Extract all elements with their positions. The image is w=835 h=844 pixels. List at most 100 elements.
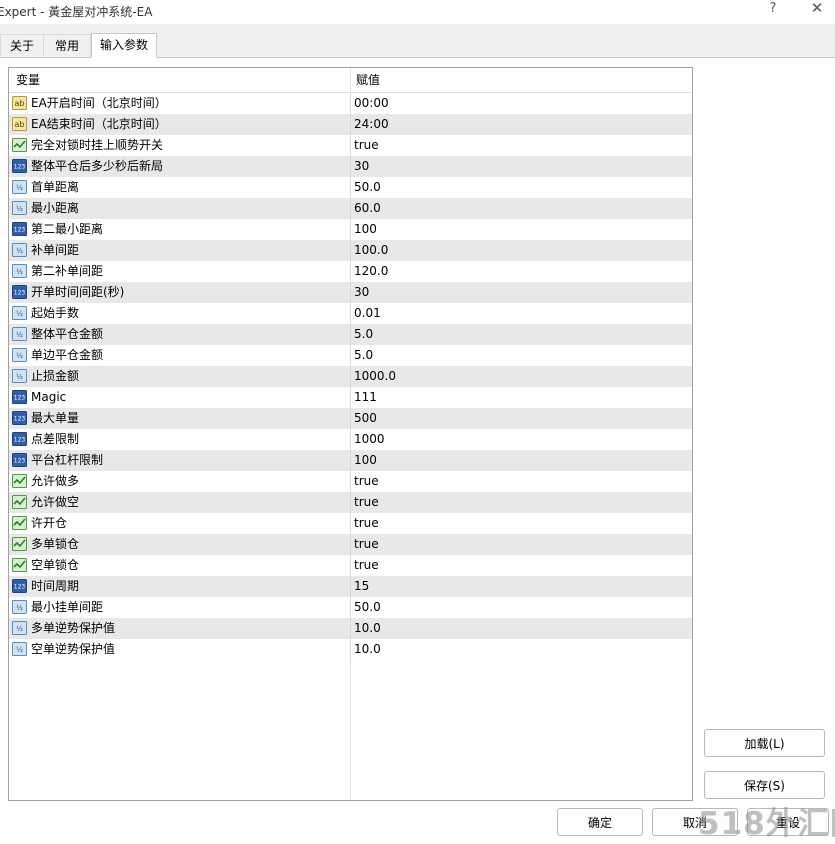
parameter-row[interactable]: 允许做多 true: [9, 471, 692, 492]
svg-text:½: ½: [16, 352, 23, 360]
parameter-row[interactable]: 123 最大单量 500: [9, 408, 692, 429]
svg-text:½: ½: [16, 331, 23, 339]
cell-divider: [350, 576, 351, 597]
window-title: Expert - 黃金屋对冲系统-EA: [0, 5, 153, 19]
svg-text:½: ½: [16, 205, 23, 213]
column-header-variable[interactable]: 变量: [16, 68, 40, 92]
parameter-row[interactable]: 允许做空 true: [9, 492, 692, 513]
column-divider[interactable]: [350, 68, 351, 93]
help-icon[interactable]: ?: [765, 1, 781, 19]
parameter-row[interactable]: 多单锁仓 true: [9, 534, 692, 555]
tab-common[interactable]: 常用: [43, 34, 91, 57]
parameter-value[interactable]: 1000: [354, 429, 385, 450]
parameter-name: 平台杠杆限制: [31, 453, 104, 467]
parameter-name: 起始手数: [31, 306, 80, 320]
double-icon: ½: [12, 327, 27, 341]
parameter-row[interactable]: ½ 起始手数 0.01: [9, 303, 692, 324]
parameter-value[interactable]: 5.0: [354, 324, 373, 345]
parameter-row[interactable]: ab EA结束时间（北京时间） 24:00: [9, 114, 692, 135]
parameter-name: 完全对锁时挂上顺势开关: [31, 138, 164, 152]
parameter-value[interactable]: 100.0: [354, 240, 388, 261]
parameter-value[interactable]: 500: [354, 408, 377, 429]
parameter-value[interactable]: 100: [354, 450, 377, 471]
svg-text:123: 123: [14, 227, 26, 234]
parameter-row[interactable]: ½ 空单逆势保护值 10.0: [9, 639, 692, 660]
parameter-row[interactable]: 空单锁仓 true: [9, 555, 692, 576]
parameter-value[interactable]: 111: [354, 387, 377, 408]
int-icon: 123: [12, 453, 27, 467]
parameter-row[interactable]: 123 整体平仓后多少秒后新局 30: [9, 156, 692, 177]
parameter-value[interactable]: 00:00: [354, 93, 389, 114]
parameter-value[interactable]: 60.0: [354, 198, 381, 219]
parameter-row[interactable]: ab EA开启时间（北京时间） 00:00: [9, 93, 692, 114]
close-icon[interactable]: ✕: [806, 0, 828, 21]
parameter-value[interactable]: 30: [354, 282, 369, 303]
cancel-button[interactable]: 取消: [652, 808, 738, 836]
parameter-value[interactable]: 120.0: [354, 261, 388, 282]
parameter-row[interactable]: ½ 多单逆势保护值 10.0: [9, 618, 692, 639]
parameter-row[interactable]: 完全对锁时挂上顺势开关 true: [9, 135, 692, 156]
int-icon: 123: [12, 390, 27, 404]
parameter-value[interactable]: 0.01: [354, 303, 381, 324]
parameter-value[interactable]: 50.0: [354, 597, 381, 618]
svg-text:123: 123: [14, 584, 26, 591]
parameter-value[interactable]: 10.0: [354, 618, 381, 639]
parameter-row[interactable]: 123 开单时间间距(秒) 30: [9, 282, 692, 303]
parameter-value[interactable]: 15: [354, 576, 369, 597]
parameter-value[interactable]: 1000.0: [354, 366, 396, 387]
parameter-row[interactable]: 123 第二最小距离 100: [9, 219, 692, 240]
parameter-name: 整体平仓后多少秒后新局: [31, 159, 164, 173]
double-icon: ½: [12, 642, 27, 656]
parameter-row[interactable]: ½ 整体平仓金额 5.0: [9, 324, 692, 345]
parameter-row[interactable]: 123 点差限制 1000: [9, 429, 692, 450]
parameter-value[interactable]: true: [354, 555, 379, 576]
parameter-row[interactable]: ½ 第二补单间距 120.0: [9, 261, 692, 282]
double-icon: ½: [12, 621, 27, 635]
parameter-row[interactable]: 123 平台杠杆限制 100: [9, 450, 692, 471]
tab-about[interactable]: 关于: [0, 34, 44, 57]
parameter-value[interactable]: 5.0: [354, 345, 373, 366]
save-button[interactable]: 保存(S): [704, 771, 825, 799]
load-button[interactable]: 加载(L): [704, 729, 825, 757]
parameter-value[interactable]: true: [354, 534, 379, 555]
parameter-value[interactable]: 10.0: [354, 639, 381, 660]
ok-button[interactable]: 确定: [557, 808, 643, 836]
svg-text:½: ½: [16, 268, 23, 276]
parameter-row[interactable]: ½ 最小挂单间距 50.0: [9, 597, 692, 618]
svg-text:ab: ab: [15, 99, 25, 108]
parameter-name: Magic: [31, 390, 67, 404]
tab-inputs[interactable]: 输入参数: [91, 33, 157, 58]
bool-icon: [12, 516, 27, 530]
double-icon: ½: [12, 369, 27, 383]
tab-bar: 关于 常用 输入参数: [0, 33, 835, 58]
parameter-name: 最小挂单间距: [31, 600, 104, 614]
svg-text:123: 123: [14, 164, 26, 171]
parameter-row[interactable]: ½ 最小距离 60.0: [9, 198, 692, 219]
parameter-row[interactable]: ½ 首单距离 50.0: [9, 177, 692, 198]
int-icon: 123: [12, 285, 27, 299]
parameter-name: 开单时间间距(秒): [31, 285, 125, 299]
svg-text:ab: ab: [15, 120, 25, 129]
parameter-value[interactable]: true: [354, 492, 379, 513]
cell-divider: [350, 534, 351, 555]
bool-icon: [12, 138, 27, 152]
double-icon: ½: [12, 243, 27, 257]
parameter-row[interactable]: ½ 止损金额 1000.0: [9, 366, 692, 387]
parameter-value[interactable]: true: [354, 471, 379, 492]
svg-text:123: 123: [14, 437, 26, 444]
parameter-value[interactable]: 100: [354, 219, 377, 240]
parameter-value[interactable]: 50.0: [354, 177, 381, 198]
parameter-row[interactable]: 许开仓 true: [9, 513, 692, 534]
reset-button[interactable]: 重设: [747, 808, 829, 836]
ab-icon: ab: [12, 96, 27, 110]
parameter-row[interactable]: ½ 单边平仓金额 5.0: [9, 345, 692, 366]
parameter-value[interactable]: 30: [354, 156, 369, 177]
parameter-value[interactable]: 24:00: [354, 114, 389, 135]
parameter-row[interactable]: 123 时间周期 15: [9, 576, 692, 597]
parameter-value[interactable]: true: [354, 513, 379, 534]
parameter-row[interactable]: 123 Magic 111: [9, 387, 692, 408]
parameter-value[interactable]: true: [354, 135, 379, 156]
column-header-value[interactable]: 赋值: [356, 68, 380, 92]
parameter-row[interactable]: ½ 补单间距 100.0: [9, 240, 692, 261]
parameter-name: 许开仓: [31, 516, 68, 530]
